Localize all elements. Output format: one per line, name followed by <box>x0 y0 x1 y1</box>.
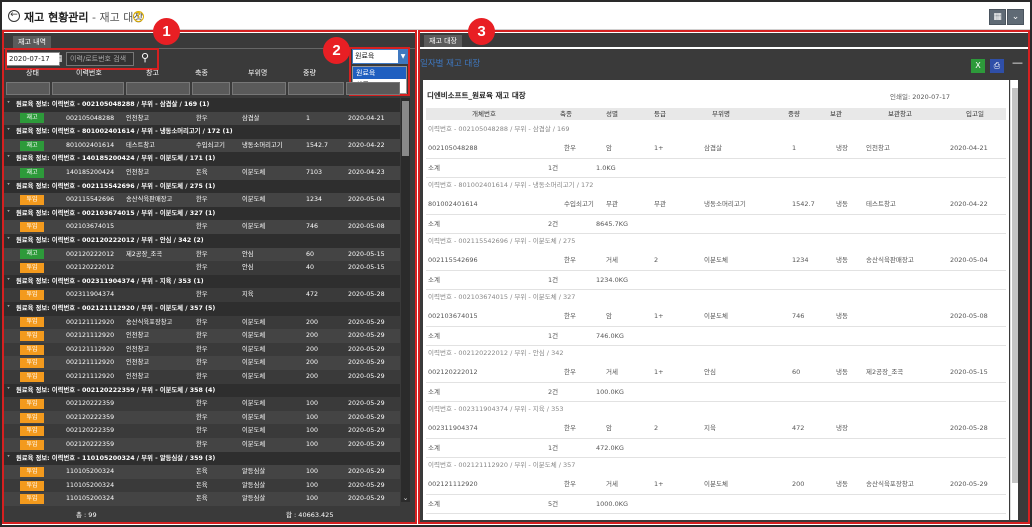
callout-badge-1: 1 <box>153 18 180 45</box>
page-title-main: 재고 현황관리 <box>24 11 89 24</box>
page-title: 재고 현황관리 - 재고 대장 <box>24 9 144 25</box>
callout-badge-2: 2 <box>323 37 350 64</box>
highlight-box-right-panel <box>418 30 1030 524</box>
help-icon[interactable]: ? <box>133 11 144 22</box>
chevron-down-icon[interactable]: ⌄ <box>1007 9 1024 25</box>
highlight-box-left-panel <box>2 30 417 524</box>
back-arrow-icon[interactable]: ← <box>8 10 20 22</box>
grid-view-icon[interactable]: ▦ <box>989 9 1006 25</box>
callout-badge-3: 3 <box>468 18 495 45</box>
